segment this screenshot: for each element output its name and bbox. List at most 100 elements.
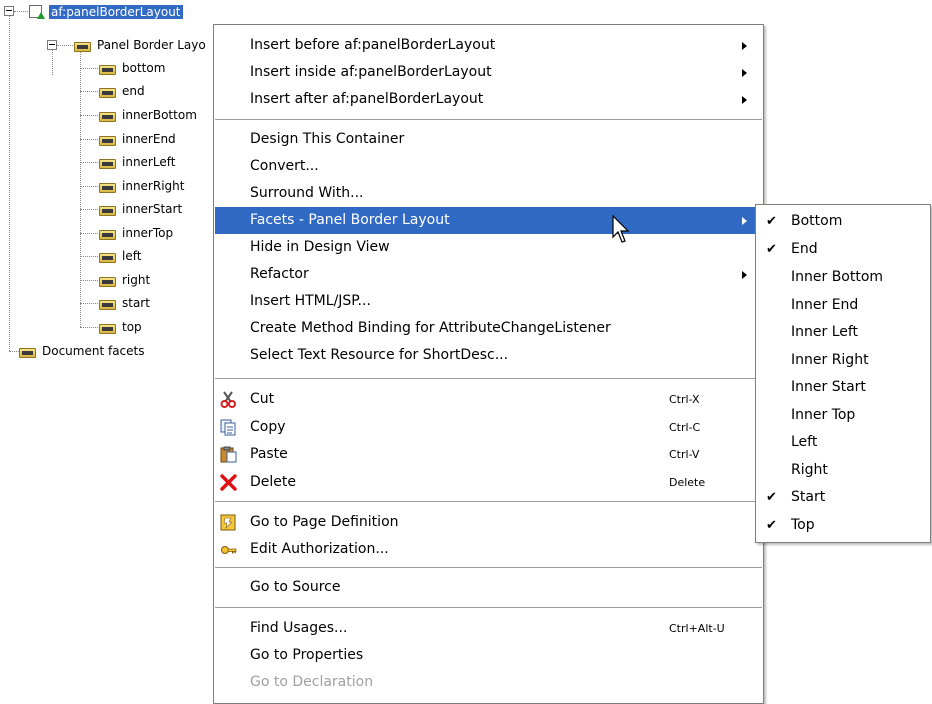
facet-folder-icon [99, 109, 117, 122]
menu-item-surround-with[interactable]: Surround With... [215, 180, 762, 207]
menu-item-convert[interactable]: Convert... [215, 153, 762, 180]
checkmark-icon: ✔ [766, 242, 777, 257]
submenu-item-inner-top[interactable]: Inner Top [757, 402, 929, 429]
tree-node-facet[interactable]: left [99, 247, 143, 265]
tree-line [80, 51, 81, 327]
menu-item-edit-authorization[interactable]: Edit Authorization... [215, 536, 762, 563]
menu-separator [215, 501, 762, 502]
menu-item-find-usages[interactable]: Find Usages... Ctrl+Alt-U [215, 615, 762, 642]
tree-node-label: Document facets [42, 344, 145, 358]
menu-item-copy[interactable]: Copy Ctrl-C [215, 414, 762, 441]
submenu-item-end[interactable]: ✔ End [757, 236, 929, 263]
submenu-arrow-icon [742, 42, 747, 50]
tree-node-facet[interactable]: innerBottom [99, 106, 199, 124]
menu-item-go-to-page-definition[interactable]: Go to Page Definition [215, 509, 762, 536]
tree-line [80, 91, 98, 92]
tree-node-facet[interactable]: start [99, 294, 152, 312]
facets-submenu: ✔ Bottom ✔ End Inner Bottom Inner End In… [755, 204, 931, 543]
submenu-item-left[interactable]: Left [757, 429, 929, 456]
tree-node-facet[interactable]: innerLeft [99, 153, 177, 171]
tree-node-facet[interactable]: end [99, 82, 147, 100]
tree-node-facet[interactable]: bottom [99, 59, 167, 77]
tree-line [80, 162, 98, 163]
submenu-item-start[interactable]: ✔ Start [757, 484, 929, 511]
menu-item-label: Go to Page Definition [250, 514, 399, 530]
facet-folder-icon [74, 39, 92, 52]
menu-item-label: Insert after af:panelBorderLayout [250, 91, 484, 107]
facet-folder-icon [19, 345, 37, 358]
menu-item-go-to-source[interactable]: Go to Source [215, 574, 762, 601]
tree-node-label: start [122, 296, 150, 310]
menu-item-label: Edit Authorization... [250, 541, 389, 557]
submenu-item-inner-start[interactable]: Inner Start [757, 374, 929, 401]
menu-separator [215, 567, 762, 568]
menu-item-label: Delete [250, 474, 296, 490]
paste-icon [220, 446, 237, 463]
menu-item-select-text-resource[interactable]: Select Text Resource for ShortDesc... [215, 342, 762, 369]
tree-line [80, 68, 98, 69]
facet-folder-icon [99, 203, 117, 216]
menu-item-insert-before[interactable]: Insert before af:panelBorderLayout [215, 32, 762, 59]
menu-item-refactor[interactable]: Refactor [215, 261, 762, 288]
submenu-item-label: Inner Bottom [791, 269, 884, 285]
submenu-item-label: Left [791, 434, 818, 450]
menu-item-paste[interactable]: Paste Ctrl-V [215, 441, 762, 468]
tree-node-label: top [122, 320, 142, 334]
menu-item-label: Go to Source [250, 579, 341, 595]
tree-line [80, 115, 98, 116]
submenu-arrow-icon [742, 271, 747, 279]
menu-item-insert-after[interactable]: Insert after af:panelBorderLayout [215, 86, 762, 113]
scissors-icon [220, 391, 237, 408]
menu-item-go-to-declaration: Go to Declaration [215, 669, 762, 696]
menu-item-create-method-binding[interactable]: Create Method Binding for AttributeChang… [215, 315, 762, 342]
tree-line [80, 233, 98, 234]
tree-node-facet[interactable]: innerRight [99, 177, 186, 195]
collapse-toggle[interactable] [4, 6, 14, 16]
submenu-item-label: Top [791, 517, 815, 533]
menu-item-design-this-container[interactable]: Design This Container [215, 126, 762, 153]
menu-item-shortcut: Ctrl-V [669, 448, 700, 461]
menu-separator [215, 607, 762, 608]
tree-node-label: innerTop [122, 226, 174, 240]
submenu-item-inner-left[interactable]: Inner Left [757, 319, 929, 346]
menu-item-label: Convert... [250, 158, 319, 174]
menu-item-label: Select Text Resource for ShortDesc... [250, 347, 509, 363]
tree-node-label: innerStart [122, 202, 183, 216]
facet-folder-icon [99, 321, 117, 334]
menu-item-hide-in-design-view[interactable]: Hide in Design View [215, 234, 762, 261]
menu-item-go-to-properties[interactable]: Go to Properties [215, 642, 762, 669]
submenu-item-inner-right[interactable]: Inner Right [757, 347, 929, 374]
key-icon [220, 541, 237, 558]
submenu-item-right[interactable]: Right [757, 457, 929, 484]
tree-node-facet[interactable]: right [99, 271, 152, 289]
menu-item-facets-panel-border-layout[interactable]: Facets - Panel Border Layout [215, 207, 762, 234]
submenu-item-bottom[interactable]: ✔ Bottom [757, 208, 929, 235]
tree-node-document-facets[interactable]: Document facets [19, 342, 147, 360]
menu-item-delete[interactable]: Delete Delete [215, 469, 762, 496]
menu-item-label: Find Usages... [250, 620, 348, 636]
tree-node-label: innerEnd [122, 132, 176, 146]
submenu-item-inner-end[interactable]: Inner End [757, 292, 929, 319]
menu-item-shortcut: Ctrl-X [669, 393, 700, 406]
tree-node-panel-border-layout[interactable]: af:panelBorderLayout [28, 3, 183, 21]
submenu-item-label: Right [791, 462, 828, 478]
tree-line [80, 186, 98, 187]
submenu-item-inner-bottom[interactable]: Inner Bottom [757, 264, 929, 291]
menu-item-label: Insert HTML/JSP... [250, 293, 371, 309]
menu-item-insert-html-jsp[interactable]: Insert HTML/JSP... [215, 288, 762, 315]
checkmark-icon: ✔ [766, 214, 777, 229]
tree-node-facet[interactable]: innerStart [99, 200, 184, 218]
menu-item-shortcut: Ctrl-C [669, 421, 701, 434]
submenu-item-label: Inner Start [791, 379, 866, 395]
tree-node-facet[interactable]: innerTop [99, 224, 175, 242]
menu-item-cut[interactable]: Cut Ctrl-X [215, 386, 762, 413]
collapse-toggle[interactable] [47, 40, 57, 50]
menu-item-label: Facets - Panel Border Layout [250, 212, 450, 228]
tree-node-facet[interactable]: top [99, 318, 144, 336]
tree-node-facet[interactable]: innerEnd [99, 130, 178, 148]
tree-node-panel-border-layout-facets[interactable]: Panel Border Layo [74, 36, 208, 54]
facet-folder-icon [99, 62, 117, 75]
submenu-item-top[interactable]: ✔ Top [757, 512, 929, 539]
menu-item-shortcut: Ctrl+Alt-U [669, 622, 725, 635]
menu-item-insert-inside[interactable]: Insert inside af:panelBorderLayout [215, 59, 762, 86]
